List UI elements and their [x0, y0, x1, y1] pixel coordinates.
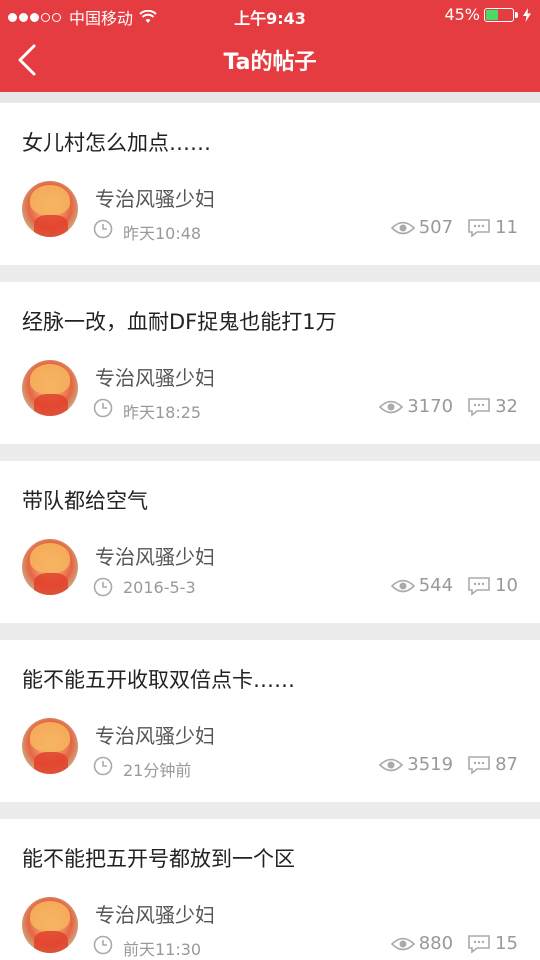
post-title[interactable]: 带队都给空气 [22, 485, 148, 515]
clock-icon [93, 398, 113, 418]
post-author[interactable]: 专治风骚少妇 [95, 541, 215, 570]
comment-count: 87 [495, 754, 518, 775]
post-title[interactable]: 能不能把五开号都放到一个区 [22, 843, 295, 873]
post-item[interactable]: 经脉一改，血耐DF捉鬼也能打1万 专治风骚少妇 昨天18:25 3170 32 [0, 282, 540, 444]
view-count: 507 [418, 217, 454, 238]
post-stats: 3519 87 [379, 754, 518, 775]
eye-icon [390, 579, 415, 592]
comment-icon [468, 218, 490, 238]
battery-icon [484, 7, 514, 22]
post-stats: 3170 32 [379, 396, 518, 417]
clock-icon [93, 219, 113, 239]
eye-icon [390, 937, 415, 950]
comment-icon [468, 934, 490, 954]
comment-icon [468, 397, 490, 417]
view-count: 3170 [407, 396, 454, 417]
eye-icon [379, 758, 404, 771]
avatar[interactable] [22, 360, 78, 416]
eye-icon [390, 221, 415, 234]
battery-percent: 45% [444, 5, 480, 24]
clock-icon [93, 577, 113, 597]
post-author[interactable]: 专治风骚少妇 [95, 720, 215, 749]
clock-icon [93, 935, 113, 955]
post-stats: 880 15 [390, 933, 518, 954]
avatar[interactable] [22, 539, 78, 595]
post-stats: 507 11 [390, 217, 518, 238]
comment-count: 32 [495, 396, 518, 417]
comment-count: 10 [495, 575, 518, 596]
post-item[interactable]: 能不能把五开号都放到一个区 专治风骚少妇 前天11:30 880 15 [0, 819, 540, 960]
view-count: 544 [418, 575, 454, 596]
battery-tip [515, 11, 518, 18]
comment-count: 11 [495, 217, 518, 238]
avatar[interactable] [22, 181, 78, 237]
comment-icon [468, 755, 490, 775]
post-time: 昨天18:25 [123, 403, 202, 422]
eye-icon [379, 400, 404, 413]
status-right: 45% [444, 5, 532, 24]
post-time: 2016-5-3 [123, 578, 196, 597]
post-item[interactable]: 能不能五开收取双倍点卡…… 专治风骚少妇 21分钟前 3519 87 [0, 640, 540, 802]
view-count: 880 [418, 933, 454, 954]
post-time: 昨天10:48 [123, 224, 202, 243]
status-bar: 中国移动 上午9:43 45% [0, 0, 540, 30]
avatar[interactable] [22, 897, 78, 953]
view-count: 3519 [407, 754, 454, 775]
post-author[interactable]: 专治风骚少妇 [95, 362, 215, 391]
post-item[interactable]: 带队都给空气 专治风骚少妇 2016-5-3 544 10 [0, 461, 540, 623]
post-author[interactable]: 专治风骚少妇 [95, 183, 215, 212]
post-title[interactable]: 能不能五开收取双倍点卡…… [22, 664, 295, 694]
post-stats: 544 10 [390, 575, 518, 596]
charging-icon [523, 7, 531, 22]
app-header: 中国移动 上午9:43 45% Ta的帖子 [0, 0, 540, 92]
battery-fill [486, 9, 498, 20]
comment-icon [468, 576, 490, 596]
post-author[interactable]: 专治风骚少妇 [95, 899, 215, 928]
post-title[interactable]: 经脉一改，血耐DF捉鬼也能打1万 [22, 306, 337, 336]
comment-count: 15 [495, 933, 518, 954]
post-item[interactable]: 女儿村怎么加点…… 专治风骚少妇 昨天10:48 507 11 [0, 103, 540, 265]
clock-icon [93, 756, 113, 776]
header-divider [0, 92, 540, 102]
avatar[interactable] [22, 718, 78, 774]
post-time: 前天11:30 [123, 940, 202, 959]
page-title: Ta的帖子 [223, 50, 317, 75]
post-title[interactable]: 女儿村怎么加点…… [22, 127, 211, 157]
post-time: 21分钟前 [123, 761, 192, 780]
